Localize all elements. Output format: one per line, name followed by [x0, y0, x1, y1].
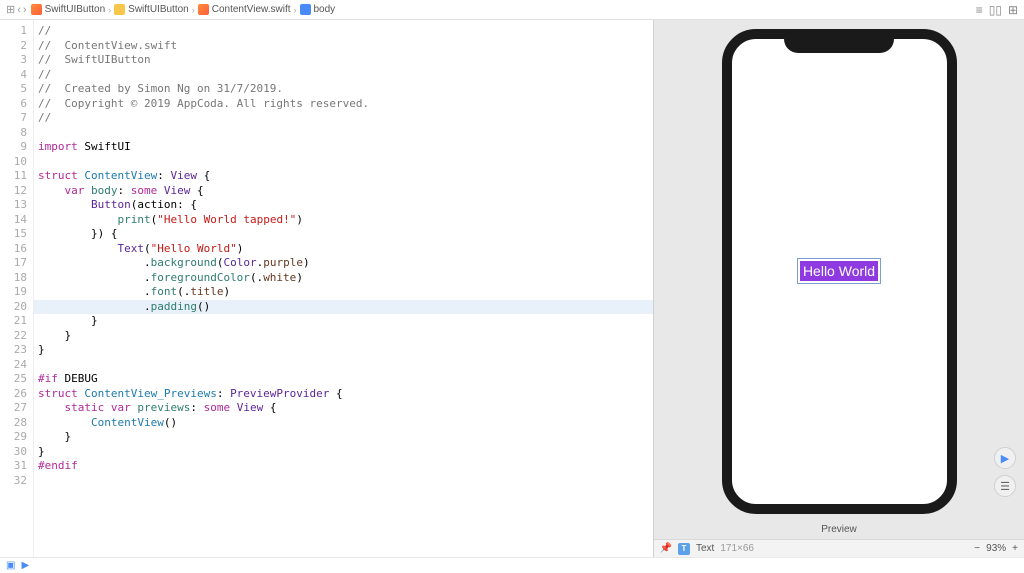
- preview-flag-icon[interactable]: ▶: [21, 560, 29, 571]
- element-type-label: Text: [696, 543, 714, 554]
- editor-add-icon[interactable]: ⊞: [1008, 3, 1018, 17]
- code-line[interactable]: //: [34, 24, 653, 39]
- breadcrumb-item[interactable]: SwiftUIButton: [31, 4, 106, 15]
- breadcrumb-label: SwiftUIButton: [45, 4, 106, 15]
- preview-status-bar: 📌 T Text 171×66 − 93% +: [654, 539, 1024, 557]
- code-line[interactable]: //: [34, 68, 653, 83]
- code-line[interactable]: import SwiftUI: [34, 140, 653, 155]
- code-editor[interactable]: 1234567891011121314151617181920212223242…: [0, 20, 654, 557]
- code-line[interactable]: ContentView(): [34, 416, 653, 431]
- code-line[interactable]: var body: some View {: [34, 184, 653, 199]
- breadcrumb-label: ContentView.swift: [212, 4, 291, 15]
- editor-lines-icon[interactable]: ≡: [976, 3, 983, 17]
- bottom-bar: ▣ ▶: [0, 557, 1024, 573]
- code-line[interactable]: // SwiftUIButton: [34, 53, 653, 68]
- code-line[interactable]: #if DEBUG: [34, 372, 653, 387]
- swift-icon: [31, 4, 42, 15]
- code-line[interactable]: // Copyright © 2019 AppCoda. All rights …: [34, 97, 653, 112]
- related-items-icon[interactable]: ⊞: [6, 3, 15, 16]
- selection-frame[interactable]: Hello World: [797, 258, 881, 284]
- preview-settings-button[interactable]: ☰: [994, 475, 1016, 497]
- code-area[interactable]: //// ContentView.swift// SwiftUIButton//…: [34, 20, 653, 557]
- preview-label: Preview: [654, 522, 1024, 539]
- breadcrumb-label: body: [314, 4, 336, 15]
- breadcrumb-item[interactable]: ContentView.swift: [198, 4, 291, 15]
- preview-button[interactable]: Hello World: [800, 261, 878, 281]
- folder-icon: [114, 4, 125, 15]
- device-notch: [784, 29, 894, 53]
- editor-columns-icon[interactable]: ▯▯: [989, 3, 1002, 17]
- code-line[interactable]: .padding(): [34, 300, 653, 315]
- code-line[interactable]: }: [34, 343, 653, 358]
- nav-forward-icon[interactable]: ›: [23, 4, 27, 16]
- nav-back-icon[interactable]: ‹: [17, 4, 21, 16]
- code-line[interactable]: [34, 474, 653, 489]
- code-line[interactable]: .background(Color.purple): [34, 256, 653, 271]
- code-line[interactable]: }: [34, 445, 653, 460]
- code-line[interactable]: }) {: [34, 227, 653, 242]
- code-line[interactable]: print("Hello World tapped!"): [34, 213, 653, 228]
- code-line[interactable]: // ContentView.swift: [34, 39, 653, 54]
- text-element-chip: T: [678, 543, 690, 555]
- code-line[interactable]: }: [34, 314, 653, 329]
- debug-tray-icon[interactable]: ▣: [6, 560, 15, 571]
- code-line[interactable]: [34, 126, 653, 141]
- breadcrumb-item[interactable]: body: [300, 4, 336, 15]
- zoom-in-button[interactable]: +: [1012, 543, 1018, 554]
- preview-pane: Hello World ▶ ☰ Preview 📌 T Text 171×66 …: [654, 20, 1024, 557]
- breadcrumb-item[interactable]: SwiftUIButton: [114, 4, 189, 15]
- device-frame: Hello World: [722, 29, 957, 514]
- element-dimensions: 171×66: [720, 543, 754, 554]
- code-line[interactable]: //: [34, 111, 653, 126]
- code-line[interactable]: [34, 358, 653, 373]
- zoom-out-button[interactable]: −: [974, 543, 980, 554]
- code-line[interactable]: }: [34, 329, 653, 344]
- pin-icon[interactable]: 📌: [660, 543, 672, 555]
- breadcrumb-toolbar: ⊞ ‹ › SwiftUIButton›SwiftUIButton›Conten…: [0, 0, 1024, 20]
- code-line[interactable]: // Created by Simon Ng on 31/7/2019.: [34, 82, 653, 97]
- code-line[interactable]: Button(action: {: [34, 198, 653, 213]
- code-line[interactable]: struct ContentView: View {: [34, 169, 653, 184]
- code-line[interactable]: }: [34, 430, 653, 445]
- code-line[interactable]: [34, 155, 653, 170]
- code-line[interactable]: .foregroundColor(.white): [34, 271, 653, 286]
- code-line[interactable]: struct ContentView_Previews: PreviewProv…: [34, 387, 653, 402]
- code-line[interactable]: static var previews: some View {: [34, 401, 653, 416]
- code-line[interactable]: Text("Hello World"): [34, 242, 653, 257]
- swift-icon: [198, 4, 209, 15]
- breadcrumb: SwiftUIButton›SwiftUIButton›ContentView.…: [31, 4, 972, 15]
- prop-icon: [300, 4, 311, 15]
- code-line[interactable]: #endif: [34, 459, 653, 474]
- breadcrumb-label: SwiftUIButton: [128, 4, 189, 15]
- zoom-level[interactable]: 93%: [986, 543, 1006, 554]
- live-preview-button[interactable]: ▶: [994, 447, 1016, 469]
- code-line[interactable]: .font(.title): [34, 285, 653, 300]
- line-gutter: 1234567891011121314151617181920212223242…: [0, 20, 34, 557]
